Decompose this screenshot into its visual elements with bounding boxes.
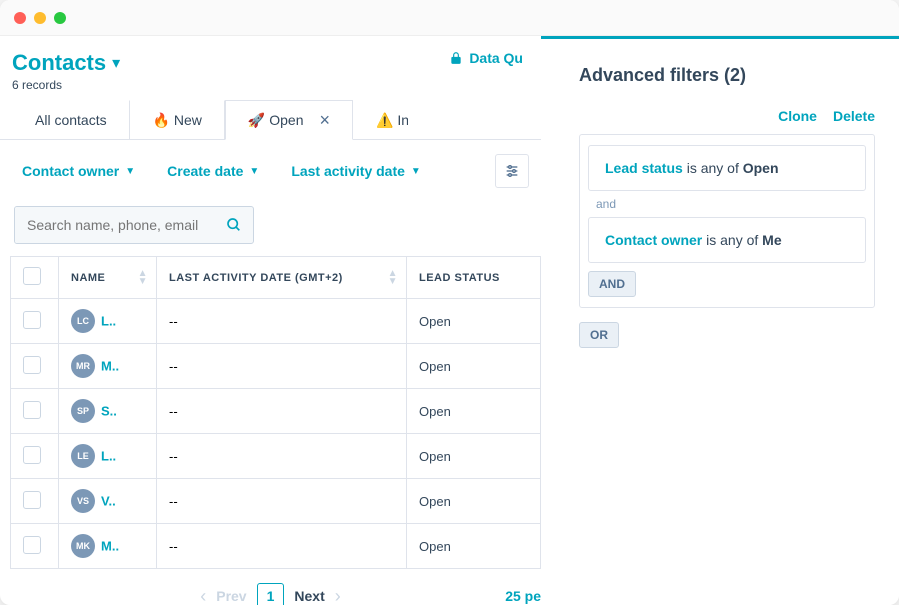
tab-in-progress[interactable]: ⚠️ In bbox=[353, 100, 409, 139]
search-input[interactable] bbox=[15, 207, 215, 243]
lead-status-cell: Open bbox=[407, 299, 541, 344]
chevron-down-icon: ▾ bbox=[112, 53, 120, 73]
name-cell[interactable]: VS V.. bbox=[59, 479, 157, 524]
table-row: LC L.. -- Open bbox=[11, 299, 541, 344]
page-title-dropdown[interactable]: Contacts ▾ bbox=[12, 50, 120, 76]
next-button[interactable]: Next bbox=[294, 588, 324, 604]
sort-icon: ▲▼ bbox=[138, 270, 148, 286]
table-row: MK M.. -- Open bbox=[11, 524, 541, 569]
avatar: VS bbox=[71, 489, 95, 513]
chevron-down-icon: ▼ bbox=[411, 166, 421, 177]
prev-button[interactable]: Prev bbox=[216, 588, 246, 604]
lead-status-cell: Open bbox=[407, 344, 541, 389]
data-quality-link[interactable]: Data Qu bbox=[449, 50, 523, 66]
sort-icon: ▲▼ bbox=[388, 270, 398, 286]
add-and-button[interactable]: AND bbox=[588, 271, 636, 297]
filter-create-date[interactable]: Create date▼ bbox=[167, 163, 259, 179]
avatar: MK bbox=[71, 534, 95, 558]
lock-icon bbox=[449, 51, 463, 65]
connector-and: and bbox=[588, 191, 866, 217]
name-cell[interactable]: LE L.. bbox=[59, 434, 157, 479]
per-page-dropdown[interactable]: 25 pe bbox=[505, 588, 541, 604]
contact-name-link[interactable]: M.. bbox=[101, 359, 119, 374]
advanced-filters-panel: Advanced filters (2) Clone Delete Lead s… bbox=[541, 36, 899, 605]
last-activity-cell: -- bbox=[157, 344, 407, 389]
table-row: LE L.. -- Open bbox=[11, 434, 541, 479]
page-number[interactable]: 1 bbox=[257, 583, 285, 605]
maximize-window-icon[interactable] bbox=[54, 12, 66, 24]
name-cell[interactable]: MR M.. bbox=[59, 344, 157, 389]
filter-settings-button[interactable] bbox=[495, 154, 529, 188]
contact-name-link[interactable]: V.. bbox=[101, 494, 116, 509]
row-checkbox[interactable] bbox=[23, 356, 41, 374]
contacts-table: NAME▲▼ LAST ACTIVITY DATE (GMT+2)▲▼ LEAD… bbox=[10, 256, 541, 569]
avatar: LE bbox=[71, 444, 95, 468]
column-header-last-activity[interactable]: LAST ACTIVITY DATE (GMT+2)▲▼ bbox=[157, 257, 407, 299]
contact-name-link[interactable]: M.. bbox=[101, 539, 119, 554]
search-input-wrapper bbox=[14, 206, 254, 244]
column-header-name[interactable]: NAME▲▼ bbox=[59, 257, 157, 299]
row-checkbox[interactable] bbox=[23, 446, 41, 464]
contact-name-link[interactable]: S.. bbox=[101, 404, 117, 419]
table-row: MR M.. -- Open bbox=[11, 344, 541, 389]
lead-status-cell: Open bbox=[407, 389, 541, 434]
minimize-window-icon[interactable] bbox=[34, 12, 46, 24]
last-activity-cell: -- bbox=[157, 299, 407, 344]
avatar: LC bbox=[71, 309, 95, 333]
last-activity-cell: -- bbox=[157, 524, 407, 569]
last-activity-cell: -- bbox=[157, 389, 407, 434]
prev-arrow-icon[interactable]: ‹ bbox=[200, 586, 206, 605]
pagination: ‹ Prev 1 Next › 25 pe bbox=[0, 569, 541, 605]
filter-group: Lead status is any of Open and Contact o… bbox=[579, 134, 875, 308]
lead-status-cell: Open bbox=[407, 434, 541, 479]
last-activity-cell: -- bbox=[157, 479, 407, 524]
panel-title: Advanced filters (2) bbox=[579, 65, 875, 86]
chevron-down-icon: ▼ bbox=[125, 166, 135, 177]
next-arrow-icon[interactable]: › bbox=[335, 586, 341, 605]
avatar: SP bbox=[71, 399, 95, 423]
contact-name-link[interactable]: L.. bbox=[101, 314, 116, 329]
select-all-checkbox[interactable] bbox=[23, 267, 41, 285]
table-row: VS V.. -- Open bbox=[11, 479, 541, 524]
column-header-lead-status[interactable]: LEAD STATUS bbox=[407, 257, 541, 299]
clone-button[interactable]: Clone bbox=[778, 108, 817, 124]
chevron-down-icon: ▼ bbox=[249, 166, 259, 177]
delete-button[interactable]: Delete bbox=[833, 108, 875, 124]
filter-contact-owner[interactable]: Contact owner▼ bbox=[22, 163, 135, 179]
record-count: 6 records bbox=[12, 78, 120, 92]
lead-status-cell: Open bbox=[407, 479, 541, 524]
search-button[interactable] bbox=[215, 207, 253, 243]
filter-condition[interactable]: Lead status is any of Open bbox=[588, 145, 866, 191]
name-cell[interactable]: LC L.. bbox=[59, 299, 157, 344]
avatar: MR bbox=[71, 354, 95, 378]
add-or-button[interactable]: OR bbox=[579, 322, 619, 348]
page-title: Contacts bbox=[12, 50, 106, 76]
window-titlebar bbox=[0, 0, 899, 36]
contact-name-link[interactable]: L.. bbox=[101, 449, 116, 464]
table-row: SP S.. -- Open bbox=[11, 389, 541, 434]
row-checkbox[interactable] bbox=[23, 536, 41, 554]
close-window-icon[interactable] bbox=[14, 12, 26, 24]
lead-status-cell: Open bbox=[407, 524, 541, 569]
filter-condition[interactable]: Contact owner is any of Me bbox=[588, 217, 866, 263]
close-tab-icon[interactable]: × bbox=[320, 111, 331, 129]
name-cell[interactable]: MK M.. bbox=[59, 524, 157, 569]
tab-all-contacts[interactable]: All contacts bbox=[12, 100, 130, 139]
view-tabs: All contacts 🔥 New 🚀 Open × ⚠️ In bbox=[0, 100, 541, 140]
filter-last-activity-date[interactable]: Last activity date▼ bbox=[291, 163, 421, 179]
tab-new[interactable]: 🔥 New bbox=[130, 100, 225, 139]
row-checkbox[interactable] bbox=[23, 491, 41, 509]
row-checkbox[interactable] bbox=[23, 311, 41, 329]
name-cell[interactable]: SP S.. bbox=[59, 389, 157, 434]
tab-open[interactable]: 🚀 Open × bbox=[225, 100, 353, 140]
row-checkbox[interactable] bbox=[23, 401, 41, 419]
last-activity-cell: -- bbox=[157, 434, 407, 479]
